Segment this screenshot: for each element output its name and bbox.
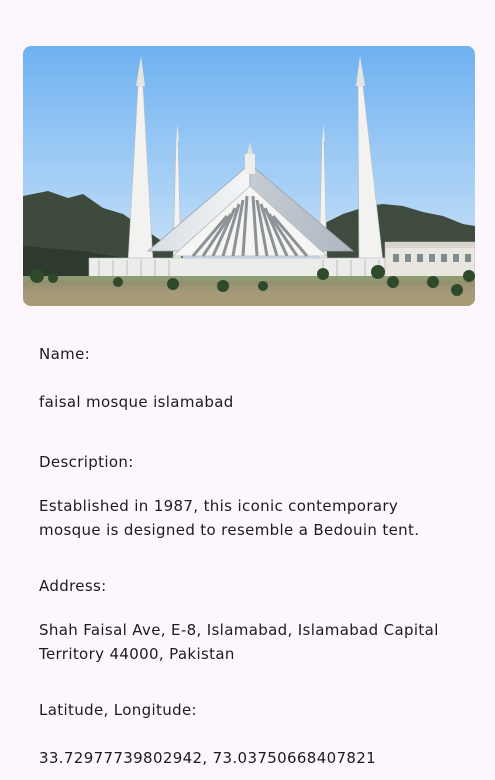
address-value: Shah Faisal Ave, E-8, Islamabad, Islamab…	[39, 621, 439, 663]
name-value: faisal mosque islamabad	[39, 393, 234, 411]
description-value: Established in 1987, this iconic contemp…	[39, 497, 420, 539]
address-label: Address:	[39, 577, 107, 595]
latlng-label: Latitude, Longitude:	[39, 701, 197, 719]
name-label: Name:	[39, 345, 91, 363]
place-photo	[23, 46, 475, 306]
mosque-image	[23, 46, 475, 306]
latlng-value: 33.72977739802942, 73.03750668407821	[39, 749, 377, 767]
description-label: Description:	[39, 453, 134, 471]
